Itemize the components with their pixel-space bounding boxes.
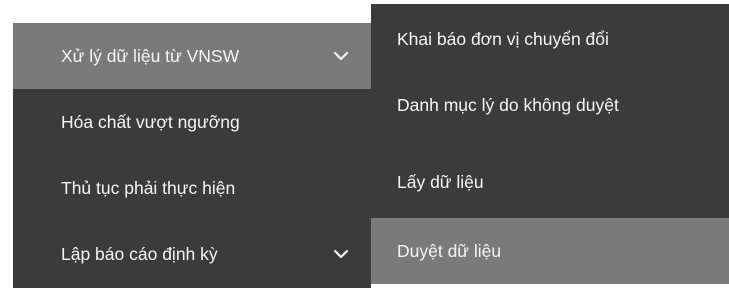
main-menu: Xử lý dữ liệu từ VNSW Hóa chất vượt ngưỡ…: [13, 23, 371, 288]
menu-item-lap-bao-cao-dinh-ky[interactable]: Lập báo cáo định kỳ: [13, 221, 371, 287]
menu-item-label: Xử lý dữ liệu từ VNSW: [61, 45, 240, 66]
menu-item-thu-tuc-phai-thuc-hien[interactable]: Thủ tục phải thực hiện: [13, 155, 371, 221]
submenu: Khai báo đơn vị chuyển đổi Danh mục lý d…: [371, 4, 729, 284]
menu-item-label: Thủ tục phải thực hiện: [61, 177, 236, 198]
submenu-item-label: Lấy dữ liệu: [397, 171, 484, 192]
submenu-item-label: Duyệt dữ liệu: [397, 240, 502, 261]
menu-item-label: Hóa chất vượt ngưỡng: [61, 111, 240, 132]
menu-item-xu-ly-du-lieu-vnsw[interactable]: Xử lý dữ liệu từ VNSW: [13, 23, 371, 89]
submenu-item-label: Danh mục lý do không duyệt: [397, 94, 619, 115]
submenu-item-duyet-du-lieu[interactable]: Duyệt dữ liệu: [371, 218, 729, 284]
submenu-item-khai-bao-don-vi[interactable]: Khai báo đơn vị chuyển đổi: [371, 6, 729, 72]
chevron-down-icon[interactable]: [332, 245, 350, 263]
submenu-item-danh-muc-ly-do[interactable]: Danh mục lý do không duyệt: [371, 72, 729, 138]
menu-screenshot: Xử lý dữ liệu từ VNSW Hóa chất vượt ngưỡ…: [0, 0, 729, 288]
submenu-item-lay-du-lieu[interactable]: Lấy dữ liệu: [371, 149, 729, 215]
menu-item-label: Lập báo cáo định kỳ: [61, 243, 218, 264]
menu-item-hoa-chat-vuot-nguong[interactable]: Hóa chất vượt ngưỡng: [13, 89, 371, 155]
chevron-down-icon[interactable]: [332, 47, 350, 65]
submenu-item-label: Khai báo đơn vị chuyển đổi: [397, 28, 609, 49]
